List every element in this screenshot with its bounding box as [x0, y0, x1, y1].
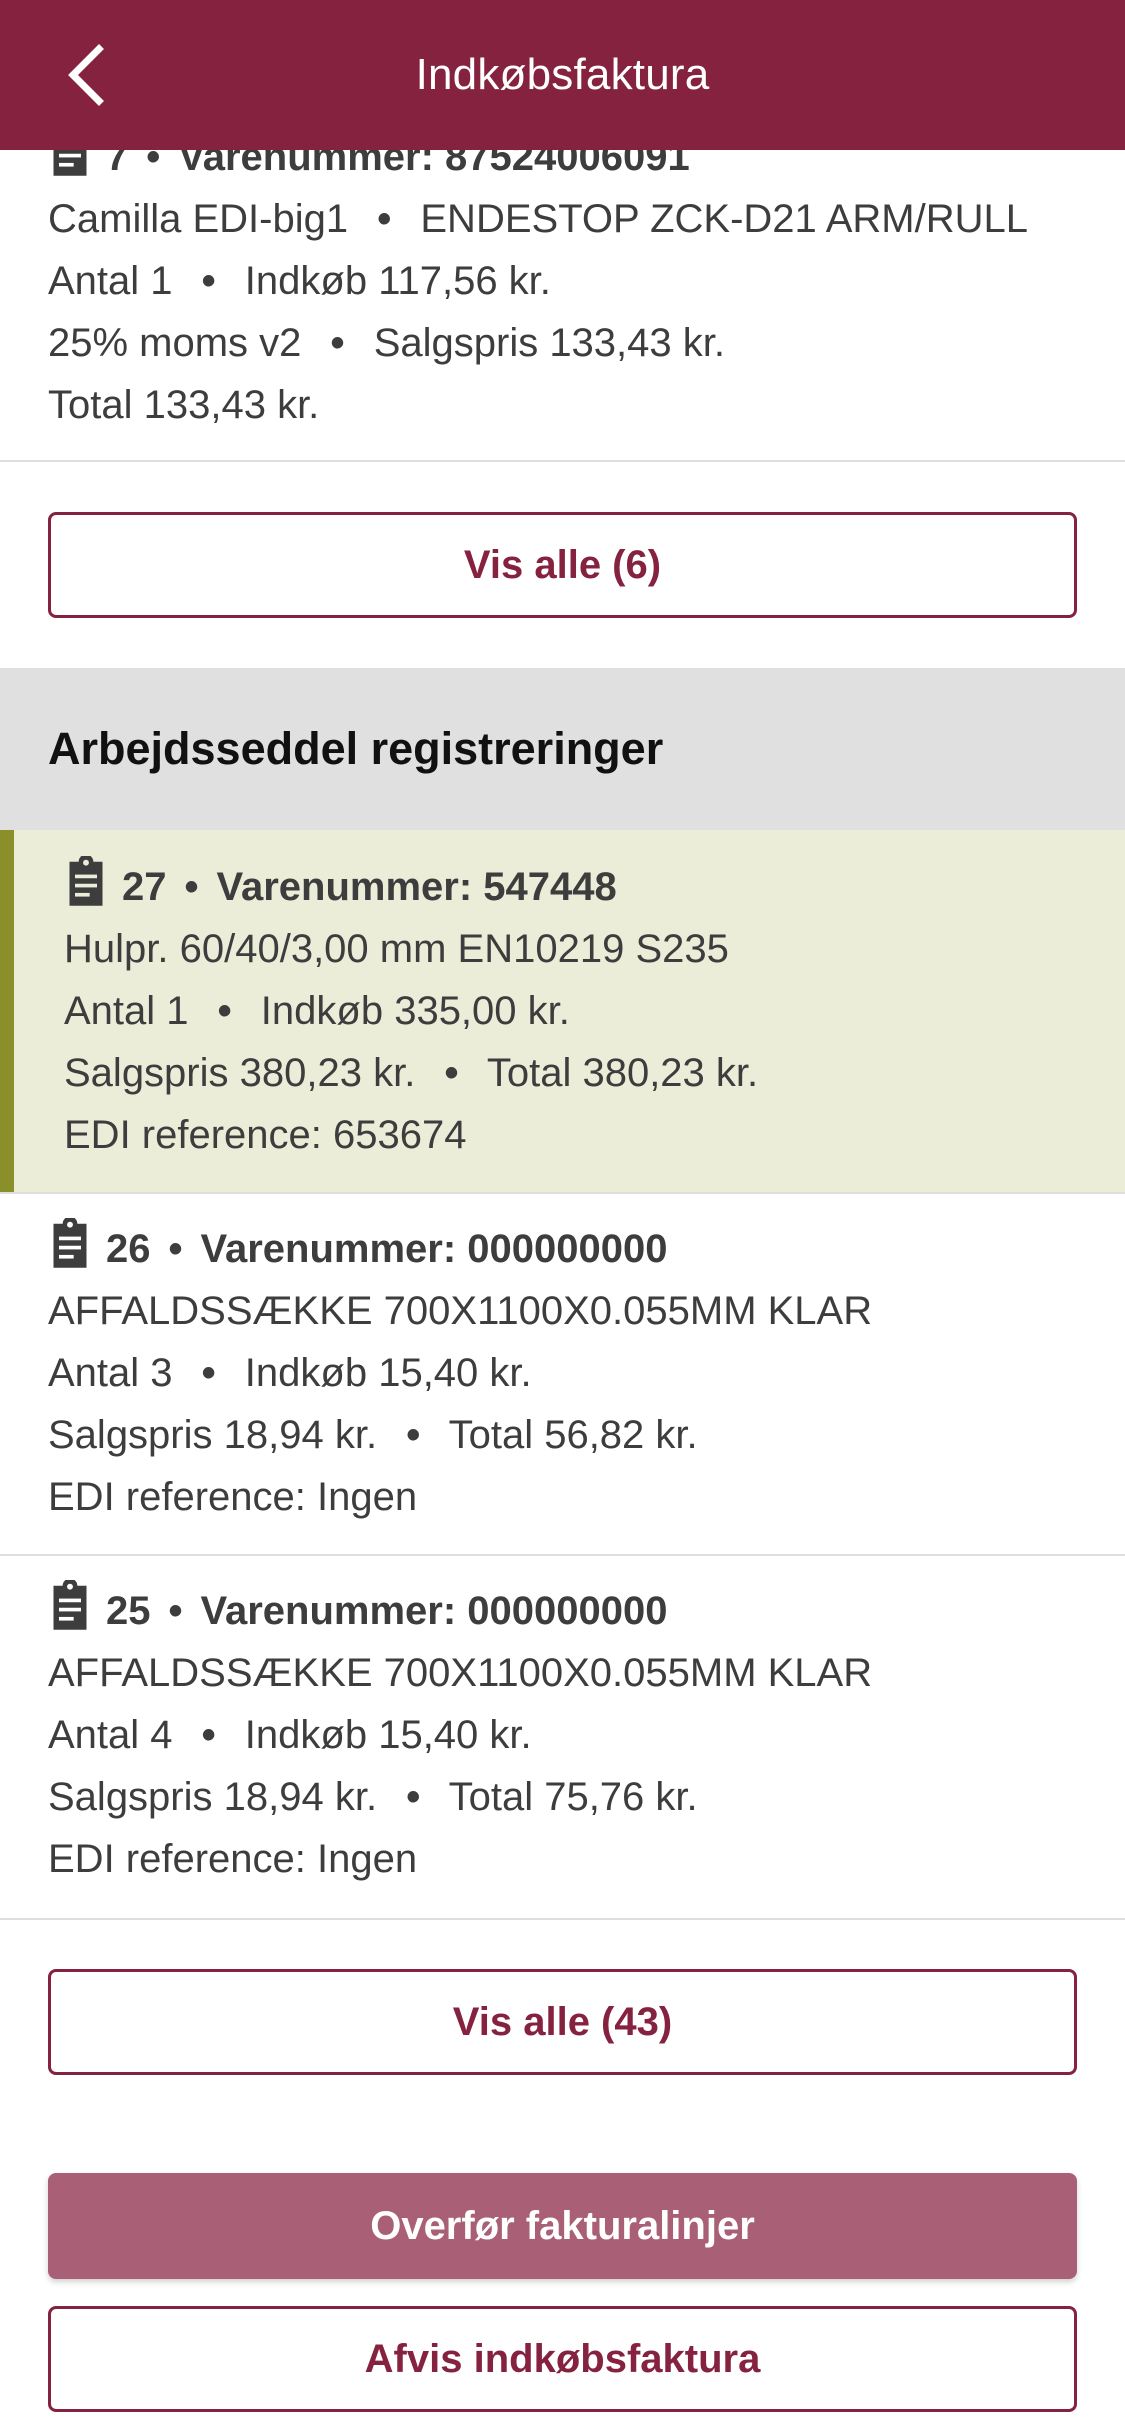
item-edi-reference: EDI reference: Ingen: [48, 1837, 418, 1881]
item-line-5: Total 133,43 kr.: [48, 374, 319, 436]
separator-dot: •: [201, 1351, 216, 1395]
work-order-item[interactable]: 26 • Varenummer: 000000000 AFFALDSSÆKKE …: [0, 1194, 1125, 1556]
item-headline: 25 • Varenummer: 000000000: [48, 1578, 668, 1642]
item-indkob: Indkøb 15,40 kr.: [244, 1351, 532, 1395]
app-header: Indkøbsfaktura: [0, 0, 1125, 150]
separator-dot: •: [406, 1413, 421, 1457]
item-quantity-line: Antal 3 • Indkøb 15,40 kr.: [48, 1342, 532, 1404]
item-antal: Antal 1: [48, 259, 173, 303]
item-number: 27: [122, 865, 167, 909]
work-order-item[interactable]: 25 • Varenummer: 000000000 AFFALDSSÆKKE …: [0, 1556, 1125, 1920]
item-indkob: Indkøb 15,40 kr.: [244, 1713, 532, 1757]
selection-accent-bar: [0, 830, 14, 1192]
show-all-work-order-items-button[interactable]: Vis alle (43): [48, 1969, 1077, 2075]
reject-invoice-button[interactable]: Afvis indkøbsfaktura: [48, 2306, 1077, 2412]
item-salgspris: Salgspris 18,94 kr.: [48, 1775, 378, 1819]
item-indkob: Indkøb 117,56 kr.: [244, 259, 551, 303]
separator-dot: •: [217, 989, 232, 1033]
item-edi-reference: EDI reference: 653674: [64, 1113, 467, 1157]
item-total: Total 133,43 kr.: [48, 383, 320, 427]
item-price-line: Salgspris 380,23 kr. • Total 380,23 kr.: [64, 1042, 758, 1104]
item-quantity-line: Antal 1 • Indkøb 335,00 kr.: [64, 980, 570, 1042]
clipboard-icon: [64, 854, 108, 906]
item-line-4: 25% moms v2 • Salgspris 133,43 kr.: [48, 312, 725, 374]
section-title: Arbejdsseddel registreringer: [48, 723, 664, 774]
page-title: Indkøbsfaktura: [415, 50, 710, 99]
item-number: 26: [106, 1227, 151, 1271]
item-total: Total 380,23 kr.: [486, 1051, 759, 1095]
item-varenummer: Varenummer: 000000000: [200, 1227, 668, 1271]
chevron-left-icon: [68, 44, 104, 106]
item-description: AFFALDSSÆKKE 700X1100X0.055MM KLAR: [48, 1651, 873, 1695]
item-total: Total 75,76 kr.: [448, 1775, 698, 1819]
separator-dot: •: [377, 197, 392, 241]
back-button[interactable]: [52, 40, 118, 110]
separator-dot: •: [184, 865, 199, 909]
item-description: AFFALDSSÆKKE 700X1100X0.055MM KLAR: [48, 1289, 873, 1333]
separator-dot: •: [168, 1589, 183, 1633]
item-moms: 25% moms v2: [48, 321, 302, 365]
work-order-item[interactable]: 27 • Varenummer: 547448 Hulpr. 60/40/3,0…: [0, 830, 1125, 1194]
item-headline: 26 • Varenummer: 000000000: [48, 1216, 668, 1280]
item-line-2: Camilla EDI-big1 • ENDESTOP ZCK-D21 ARM/…: [48, 188, 1028, 250]
item-description: Hulpr. 60/40/3,00 mm EN10219 S235: [64, 927, 729, 971]
item-supplier: Camilla EDI-big1: [48, 197, 349, 241]
item-number: 25: [106, 1589, 151, 1633]
invoice-line-item[interactable]: 7 • Varenummer: 87524006091 Camilla EDI-…: [0, 110, 1125, 462]
clipboard-icon: [48, 1578, 92, 1630]
item-description: ENDESTOP ZCK-D21 ARM/RULL: [420, 197, 1028, 241]
show-all-invoice-lines-button[interactable]: Vis alle (6): [48, 512, 1077, 618]
item-salgspris: Salgspris 18,94 kr.: [48, 1413, 378, 1457]
item-salgspris: Salgspris 380,23 kr.: [64, 1051, 416, 1095]
transfer-invoice-lines-button[interactable]: Overfør fakturalinjer: [48, 2173, 1077, 2279]
item-total: Total 56,82 kr.: [448, 1413, 698, 1457]
item-varenummer: Varenummer: 000000000: [200, 1589, 668, 1633]
item-indkob: Indkøb 335,00 kr.: [260, 989, 570, 1033]
item-headline: 27 • Varenummer: 547448: [64, 854, 617, 918]
item-quantity-line: Antal 4 • Indkøb 15,40 kr.: [48, 1704, 532, 1766]
item-antal: Antal 3: [48, 1351, 173, 1395]
separator-dot: •: [168, 1227, 183, 1271]
item-line-3: Antal 1 • Indkøb 117,56 kr.: [48, 250, 551, 312]
separator-dot: •: [406, 1775, 421, 1819]
item-price-line: Salgspris 18,94 kr. • Total 75,76 kr.: [48, 1766, 698, 1828]
clipboard-icon: [48, 1216, 92, 1268]
item-varenummer: Varenummer: 547448: [216, 865, 617, 909]
item-antal: Antal 1: [64, 989, 189, 1033]
separator-dot: •: [330, 321, 345, 365]
work-order-section-header: Arbejdsseddel registreringer: [0, 668, 1125, 830]
item-antal: Antal 4: [48, 1713, 173, 1757]
separator-dot: •: [201, 1713, 216, 1757]
item-price-line: Salgspris 18,94 kr. • Total 56,82 kr.: [48, 1404, 698, 1466]
item-edi-reference: EDI reference: Ingen: [48, 1475, 418, 1519]
separator-dot: •: [201, 259, 216, 303]
separator-dot: •: [444, 1051, 459, 1095]
item-salgspris: Salgspris 133,43 kr.: [373, 321, 725, 365]
